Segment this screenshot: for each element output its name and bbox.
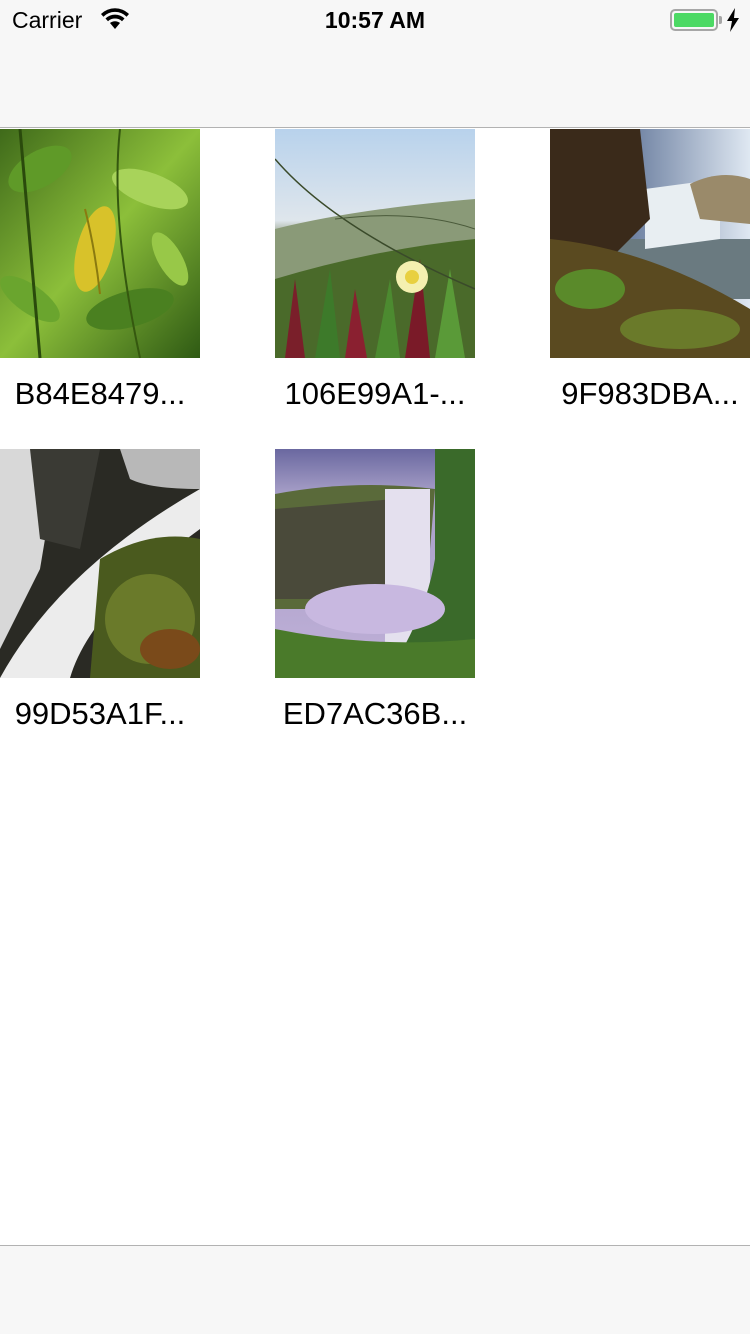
charging-bolt-icon [727,8,739,32]
flower-photo [275,129,475,358]
photo-cell[interactable]: 99D53A1F... [0,449,200,749]
photo-caption: ED7AC36B... [282,696,468,731]
battery-cap [719,16,722,24]
navigation-bar [0,40,750,128]
photo-cell[interactable]: 106E99A1-... [275,129,475,429]
photo-caption: B84E8479... [14,376,186,411]
battery-icon [670,9,718,31]
battery-level [674,13,714,27]
photo-caption: 99D53A1F... [14,696,186,731]
waterfall-rocks-photo [0,449,200,678]
clock: 10:57 AM [324,7,426,33]
status-bar: Carrier 10:57 AM [0,0,750,40]
photo-caption: 9F983DBA... [561,376,739,411]
leaf-photo [0,129,200,358]
photo-cell[interactable]: 9F983DBA... [550,129,750,429]
waterfall-cliff-photo [550,129,750,358]
photo-cell[interactable]: B84E8479... [0,129,200,429]
photo-caption: 106E99A1-... [284,376,466,411]
bottom-toolbar [0,1245,750,1334]
photo-cell[interactable]: ED7AC36B... [275,449,475,749]
waterfall-valley-photo [275,449,475,678]
